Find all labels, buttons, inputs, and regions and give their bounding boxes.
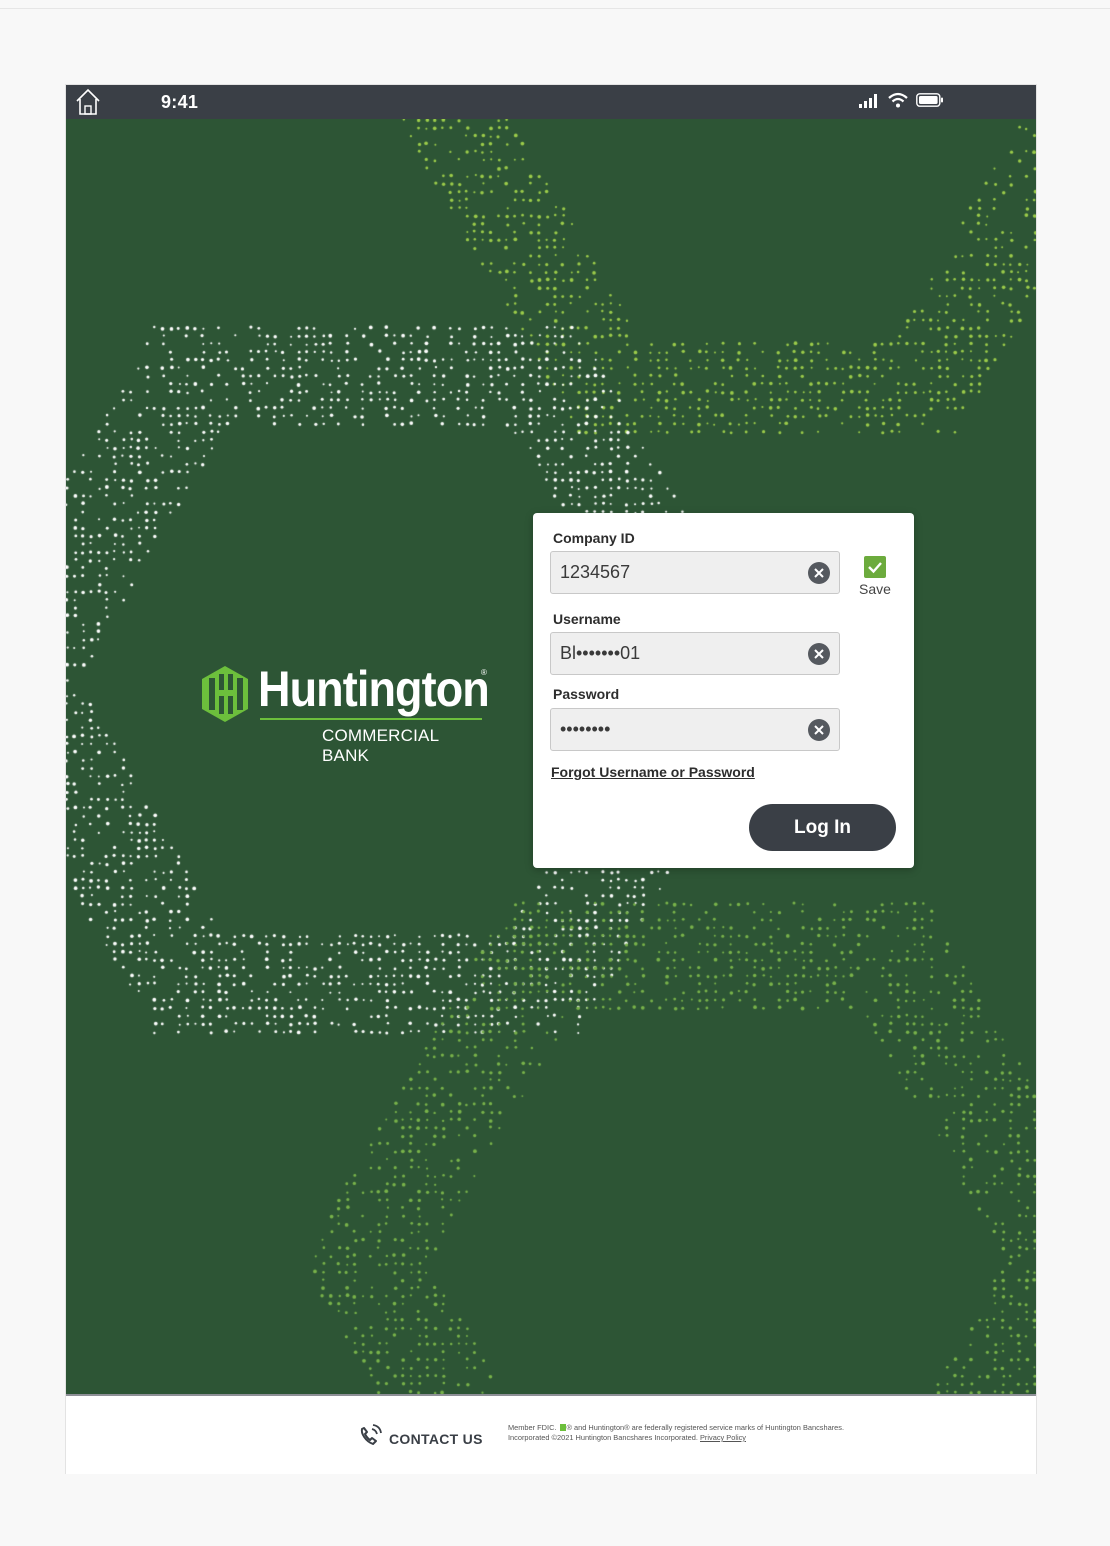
checkmark-icon [868, 562, 882, 574]
password-label: Password [553, 686, 620, 702]
hero-background: Huntington ® COMMERCIAL BANK Company ID … [66, 119, 1036, 1394]
top-divider [0, 8, 1110, 9]
brand-name: Huntington [258, 661, 490, 717]
login-card: Company ID Save Username Passwor [533, 513, 914, 868]
username-field[interactable] [550, 632, 840, 675]
tablet-frame: 9:41 Huntington ® COMMERCIAL BANK Compan… [65, 84, 1037, 1474]
company-id-input[interactable] [551, 552, 801, 593]
huntington-mini-mark-icon [559, 1424, 566, 1431]
login-button[interactable]: Log In [749, 804, 896, 851]
username-label: Username [553, 611, 621, 627]
password-input[interactable] [551, 709, 801, 750]
wifi-icon [888, 92, 908, 108]
home-icon[interactable] [74, 87, 102, 117]
brand-registered-mark: ® [481, 668, 487, 677]
save-label: Save [859, 581, 891, 597]
legal-text-start: Member FDIC. [508, 1423, 557, 1432]
brand-subtitle: COMMERCIAL BANK [322, 726, 439, 765]
forgot-credentials-link[interactable]: Forgot Username or Password [551, 764, 755, 780]
legal-text-main: ® and Huntington® are federally register… [508, 1423, 845, 1442]
privacy-policy-link[interactable]: Privacy Policy [700, 1433, 746, 1442]
contact-us-link[interactable]: CONTACT US [389, 1431, 483, 1447]
battery-icon [916, 93, 943, 107]
signal-icon [859, 94, 877, 108]
logo-underline [260, 718, 482, 720]
password-field[interactable] [550, 708, 840, 751]
phone-icon[interactable] [357, 1423, 383, 1449]
company-id-label: Company ID [553, 530, 635, 546]
username-input[interactable] [551, 633, 801, 674]
save-checkbox[interactable] [864, 556, 886, 578]
clear-username-icon[interactable] [808, 643, 830, 665]
company-id-field[interactable] [550, 551, 840, 594]
clear-password-icon[interactable] [808, 719, 830, 741]
huntington-mark-icon [202, 666, 248, 722]
clear-company-id-icon[interactable] [808, 562, 830, 584]
status-time: 9:41 [161, 92, 199, 112]
huntington-logo: Huntington ® COMMERCIAL BANK [200, 661, 490, 765]
footer: CONTACT US Member FDIC. ® and Huntington… [66, 1394, 1036, 1474]
legal-disclaimer: Member FDIC. ® and Huntington® are feder… [508, 1423, 858, 1443]
status-bar: 9:41 [66, 85, 1036, 119]
